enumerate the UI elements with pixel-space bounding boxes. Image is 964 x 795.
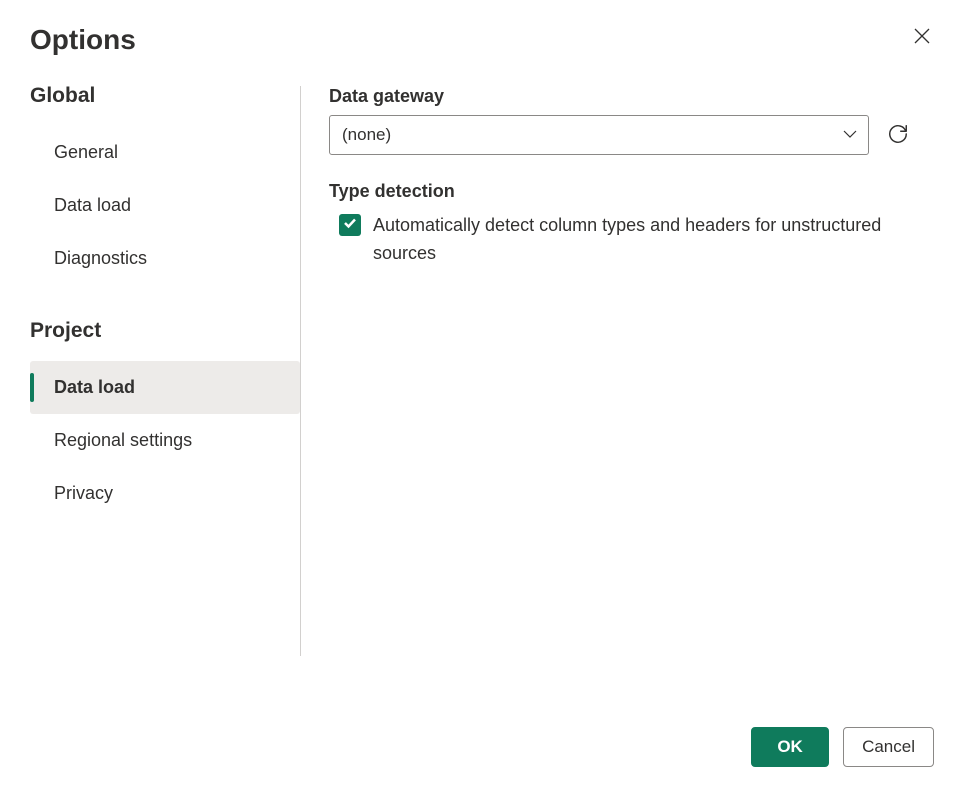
- close-icon: [914, 32, 930, 47]
- main-panel: Data gateway (none) Type detection: [301, 66, 934, 656]
- sidebar-item-diagnostics[interactable]: Diagnostics: [30, 232, 300, 285]
- cancel-button[interactable]: Cancel: [843, 727, 934, 767]
- dialog-title: Options: [30, 24, 136, 56]
- sidebar: Global General Data load Diagnostics Pro…: [30, 66, 300, 656]
- sidebar-section-global: Global: [30, 84, 300, 108]
- check-icon: [343, 216, 357, 235]
- sidebar-item-regional-settings[interactable]: Regional settings: [30, 414, 300, 467]
- data-gateway-select[interactable]: (none): [329, 115, 869, 155]
- sidebar-item-privacy[interactable]: Privacy: [30, 467, 300, 520]
- data-gateway-label: Data gateway: [329, 86, 934, 107]
- sidebar-item-project-data-load[interactable]: Data load: [30, 361, 300, 414]
- close-button[interactable]: [910, 24, 934, 51]
- sidebar-item-general[interactable]: General: [30, 126, 300, 179]
- ok-button[interactable]: OK: [751, 727, 829, 767]
- type-detection-checkbox[interactable]: [339, 214, 361, 236]
- sidebar-item-global-data-load[interactable]: Data load: [30, 179, 300, 232]
- data-gateway-value: (none): [342, 125, 391, 145]
- sidebar-section-project: Project: [30, 319, 300, 343]
- refresh-gateway-button[interactable]: [883, 119, 913, 152]
- refresh-icon: [887, 133, 909, 148]
- type-detection-label: Type detection: [329, 181, 934, 202]
- type-detection-checkbox-label: Automatically detect column types and he…: [373, 212, 933, 268]
